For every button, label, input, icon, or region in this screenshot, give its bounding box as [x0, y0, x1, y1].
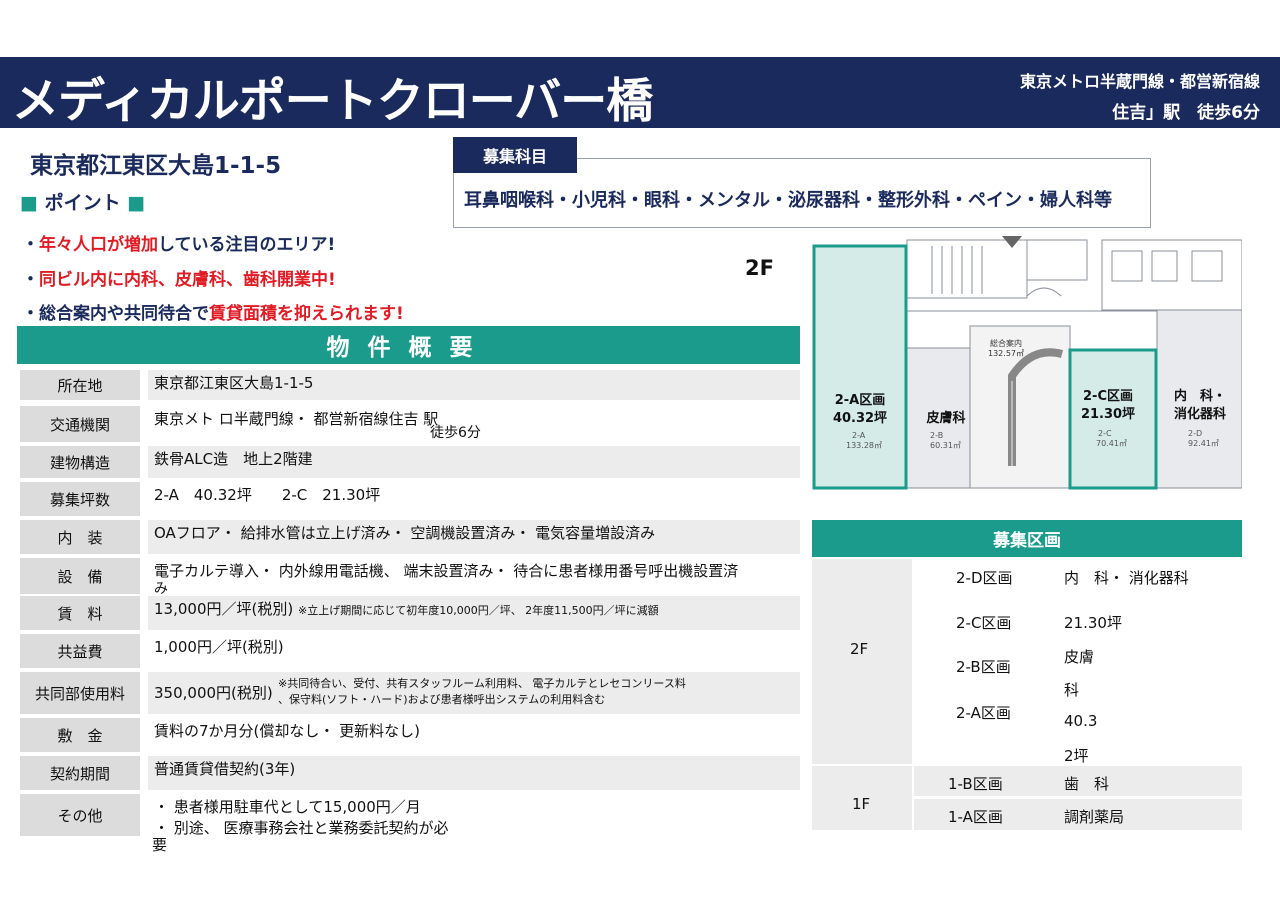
row-value-text: 350,000円(税別): [154, 684, 273, 702]
row-value: 電子カルテ導入・ 内外線用電話機、 端末設置済み・ 待合に患者様用番号呼出機設置…: [148, 558, 800, 597]
square-bullet-icon: ■: [127, 192, 146, 214]
table-row: 設 備 電子カルテ導入・ 内外線用電話機、 端末設置済み・ 待合に患者様用番号呼…: [20, 558, 800, 597]
table-row: 賃 料 13,000円／坪(税別) ※立上げ期間に応じて初年度10,000円／坪…: [20, 596, 800, 630]
unit-value: 皮膚: [1064, 648, 1095, 666]
floor1-label: 1F: [852, 795, 871, 813]
row-note: み: [154, 581, 168, 597]
floor-label: 2F: [745, 256, 774, 280]
unit-value: 科: [1064, 681, 1080, 699]
row-label: 契約期間: [20, 756, 140, 790]
unit-value: 2坪: [1064, 747, 1089, 765]
unit-label: 2-D区画: [956, 569, 1013, 587]
row-label: その他: [20, 794, 140, 836]
table-row: 共同部使用料 350,000円(税別) ※共同待合い、受付、共有スタッフルーム利…: [20, 672, 800, 714]
unit-id: 2-A: [852, 431, 866, 440]
point-item: ・総合案内や共同待合で賃貸面積を抑えられます!: [22, 304, 404, 324]
row-value-text: 13,000円／坪(税別): [154, 600, 294, 618]
row-label: 交通機関: [20, 406, 140, 442]
unit-value: 調剤薬局: [1064, 808, 1125, 826]
unit-tsubo: 21.30坪: [1081, 407, 1135, 422]
unit-label: 2-C区画: [956, 614, 1012, 632]
floor2-label: 2F: [850, 640, 869, 658]
unit-label: 1-A区画: [948, 808, 1003, 826]
row-label: 敷 金: [20, 718, 140, 752]
row-value: 東京都江東区大島1-1-5: [148, 370, 800, 400]
unit-tsubo: 40.32坪: [833, 411, 887, 426]
point-item: ・年々人口が増加している注目のエリア!: [22, 235, 336, 255]
table-row: 敷 金 賃料の7か月分(償却なし・ 更新料なし): [20, 718, 800, 752]
row-value-text: ・ 患者様用駐車代として15,000円／月: [154, 798, 421, 816]
row-note-overflow: 要: [152, 836, 168, 854]
row-value: 鉄骨ALC造 地上2階建: [148, 446, 800, 478]
row-value: OAフロア・ 給排水管は立上げ済み・ 空調機設置済み・ 電気容量増設済み: [148, 520, 800, 554]
unit-value: 内 科・ 消化器科: [1064, 569, 1189, 587]
table-row: 内 装 OAフロア・ 給排水管は立上げ済み・ 空調機設置済み・ 電気容量増設済み: [20, 520, 800, 554]
address: 東京都江東区大島1-1-5: [30, 153, 282, 179]
page-title: メディカルポートクローバー橋: [12, 74, 653, 129]
row-label: 募集坪数: [20, 482, 140, 516]
points-heading-label: ポイント: [44, 192, 121, 214]
unit-label: 1-B区画: [948, 775, 1003, 793]
row-value-text: 東京メト ロ半蔵門線・ 都営新宿線住吉 駅: [154, 410, 439, 428]
recruit-area-heading: 募集区画: [812, 520, 1242, 557]
row-value-text: 電子カルテ導入・ 内外線用電話機、 端末設置済み・ 待合に患者様用番号呼出機設置…: [154, 562, 739, 580]
unit-value: 21.30坪: [1064, 614, 1122, 632]
point-item: ・同ビル内に内科、皮膚科、歯科開業中!: [22, 270, 336, 290]
row-label: 内 装: [20, 520, 140, 554]
table-row: 交通機関 東京メト ロ半蔵門線・ 都営新宿線住吉 駅 徒歩6分: [20, 406, 800, 442]
overview-heading: 物件概要: [17, 326, 800, 364]
row-label: 建物構造: [20, 446, 140, 478]
row-note: 、保守料(ソフト・ハード)および患者様呼出システムの利用料含む: [278, 693, 606, 706]
row-value: 350,000円(税別) ※共同待合い、受付、共有スタッフルーム利用料、 電子カ…: [148, 672, 800, 714]
square-bullet-icon: ■: [20, 192, 38, 214]
unit-area: 60.31㎡: [930, 441, 961, 450]
row-label: 賃 料: [20, 596, 140, 630]
unit-id: 2-C: [1098, 429, 1112, 438]
station-line: 東京メトロ半蔵門線・都営新宿線: [1019, 72, 1260, 91]
row-label: 共益費: [20, 634, 140, 668]
floor-plan: 2-A区画 40.32坪 2-A 133.28㎡ 皮膚科 2-B 60.31㎡ …: [812, 236, 1242, 494]
unit-label: 2-B区画: [956, 658, 1011, 676]
center-area: 132.57㎡: [988, 349, 1024, 358]
row-label: 所在地: [20, 370, 140, 400]
unit-id: 2-B: [930, 431, 943, 440]
unit-area: 133.28㎡: [846, 441, 882, 450]
row-value: 2-A 40.32坪 2-C 21.30坪: [148, 482, 800, 516]
unit-area: 70.41㎡: [1096, 439, 1127, 448]
points-heading: ■ ポイント ■: [20, 188, 145, 215]
unit-value: 歯 科: [1064, 775, 1110, 793]
table-row: その他 ・ 患者様用駐車代として15,000円／月 ・ 別途、 医療事務会社と業…: [20, 794, 800, 837]
unit-title: 内 科・: [1174, 388, 1226, 404]
unit-title: 消化器科: [1174, 406, 1226, 422]
row-value: 1,000円／坪(税別): [148, 634, 800, 668]
table-row: 募集坪数 2-A 40.32坪 2-C 21.30坪: [20, 482, 800, 516]
row-value: 賃料の7か月分(償却なし・ 更新料なし): [148, 718, 800, 752]
unit-label: 2-A区画: [956, 704, 1011, 722]
row-value: 普通賃貸借契約(3年): [148, 756, 800, 790]
row-label: 設 備: [20, 558, 140, 594]
unit-title: 2-C区画: [1083, 389, 1133, 404]
row-note: 徒歩6分: [430, 425, 481, 441]
table-row: 契約期間 普通賃貸借契約(3年): [20, 756, 800, 790]
row-value: ・ 患者様用駐車代として15,000円／月 ・ 別途、 医療事務会社と業務委託契…: [148, 794, 800, 837]
unit-area: 92.41㎡: [1188, 439, 1219, 448]
row-note: ※立上げ期間に応じて初年度10,000円／坪、 2年度11,500円／坪に減額: [297, 604, 659, 617]
row-note: ・ 別途、 医療事務会社と業務委託契約が必: [154, 819, 449, 837]
table-row: 建物構造 鉄骨ALC造 地上2階建: [20, 446, 800, 478]
station-walk: 住吉」駅 徒歩6分: [1112, 103, 1260, 123]
unit-title: 2-A区画: [835, 393, 886, 408]
unit-title: 皮膚科: [925, 410, 965, 426]
row-note: ※共同待合い、受付、共有スタッフルーム利用料、 電子カルテとレセコンリース料: [278, 677, 686, 690]
table-row: 共益費 1,000円／坪(税別): [20, 634, 800, 668]
unit-value: 40.3: [1064, 712, 1098, 730]
unit-id: 2-D: [1188, 429, 1202, 438]
table-row: 所在地 東京都江東区大島1-1-5: [20, 370, 800, 400]
subjects-label: 募集科目: [453, 137, 577, 173]
row-label: 共同部使用料: [20, 672, 140, 714]
center-label: 総合案内: [990, 338, 1022, 348]
floor2-cell: [812, 559, 912, 764]
row-value: 13,000円／坪(税別) ※立上げ期間に応じて初年度10,000円／坪、 2年…: [148, 596, 800, 630]
subjects-text: 耳鼻咽喉科・小児科・眼科・メンタル・泌尿器科・整形外科・ペイン・婦人科等: [464, 190, 1112, 211]
row-value: 東京メト ロ半蔵門線・ 都営新宿線住吉 駅 徒歩6分: [148, 406, 800, 442]
